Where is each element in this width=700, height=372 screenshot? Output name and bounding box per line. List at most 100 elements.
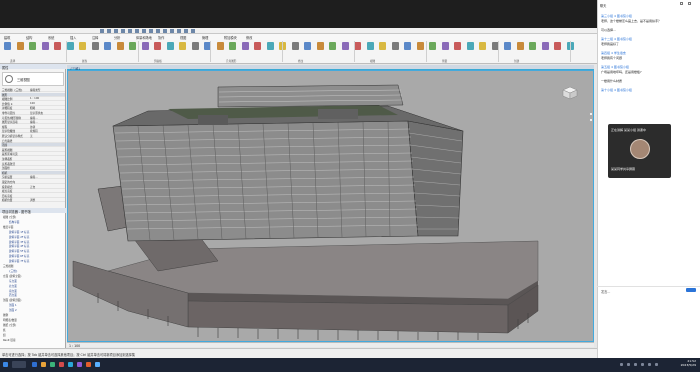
ribbon-tool-icon[interactable] [166, 42, 174, 50]
browser-item[interactable]: 剖面 (建筑剖面) [3, 298, 21, 302]
property-value[interactable]: 编辑... [30, 175, 38, 179]
property-row[interactable]: 详细程度 粗略 [1, 106, 65, 111]
tray-icon[interactable] [620, 363, 623, 366]
taskbar-app-icon[interactable] [68, 362, 73, 367]
browser-item[interactable]: 建筑平面 5F 标高 [9, 249, 29, 253]
property-row[interactable]: 视点高度 [1, 189, 65, 194]
quick-access-icon[interactable] [184, 29, 188, 33]
property-row[interactable]: 投影模式 正交 [1, 185, 65, 189]
property-row[interactable]: 渲染设置 编辑... [1, 175, 65, 180]
property-row[interactable]: 可见性/图形替换 编辑... [1, 116, 65, 120]
browser-item[interactable]: 北立面 [9, 284, 17, 288]
browser-item[interactable]: Revit 链接 [3, 338, 16, 342]
ribbon-tool-icon[interactable] [216, 42, 224, 50]
quick-access-icon[interactable] [128, 29, 132, 33]
quick-access-icon[interactable] [149, 29, 153, 33]
quick-access-icon[interactable] [107, 29, 111, 33]
ribbon-tool-icon[interactable] [404, 42, 411, 50]
close-icon[interactable] [688, 2, 691, 5]
property-value[interactable]: 按规程 [30, 129, 38, 133]
property-row[interactable]: 锁定的方向 [1, 180, 65, 184]
taskbar-app-icon[interactable] [77, 362, 82, 367]
ribbon-tool-icon[interactable] [416, 42, 424, 50]
ribbon-tool-icon[interactable] [241, 42, 249, 50]
property-row[interactable]: 相机位置 调整 [1, 198, 65, 203]
property-row[interactable]: 裁剪视图 [1, 148, 65, 152]
ribbon-tool-icon[interactable] [541, 42, 549, 50]
browser-item[interactable]: 东立面 [9, 279, 17, 283]
taskbar-app-icon[interactable] [32, 362, 37, 367]
taskbar-app-icon[interactable] [95, 362, 100, 367]
ribbon-tool-icon[interactable] [41, 42, 49, 50]
ribbon-tool-icon[interactable] [229, 42, 236, 50]
tray-icon[interactable] [627, 363, 630, 366]
property-value[interactable]: 粗略 [30, 106, 35, 110]
browser-item[interactable]: 建筑平面 6F 标高 [9, 254, 29, 258]
browser-item[interactable]: 立面 (建筑立面) [3, 274, 21, 278]
ribbon-tool-icon[interactable] [466, 42, 474, 50]
ribbon-tool-icon[interactable] [104, 42, 111, 50]
send-button[interactable] [686, 288, 696, 292]
ribbon-tool-icon[interactable] [516, 42, 524, 50]
browser-item[interactable]: 视图 (全部) [3, 215, 16, 219]
browser-item[interactable]: 南立面 [9, 289, 17, 293]
taskbar-app-icon[interactable] [41, 362, 46, 367]
ribbon-tool-icon[interactable] [91, 42, 99, 50]
browser-item[interactable]: {三维} [9, 269, 18, 273]
ribbon-tool-icon[interactable] [141, 42, 149, 50]
property-row[interactable]: 图形显示选项 编辑... [1, 120, 65, 125]
chat-input[interactable]: 发言... [597, 286, 700, 294]
ribbon-tool-icon[interactable] [129, 42, 136, 50]
zoom-button[interactable] [589, 118, 593, 122]
property-row[interactable]: 零件可见性 显示原状态 [1, 111, 65, 115]
ribbon-tool-icon[interactable] [441, 42, 449, 50]
property-row[interactable]: 剖面框 [1, 166, 65, 171]
ribbon-tool-icon[interactable] [504, 42, 511, 50]
browser-item[interactable]: 组 [3, 333, 6, 337]
ribbon-tool-icon[interactable] [291, 42, 299, 50]
ribbon-tool-icon[interactable] [379, 42, 386, 50]
property-value[interactable]: 编辑... [30, 120, 38, 124]
taskbar-app-icon[interactable] [59, 362, 64, 367]
browser-item[interactable]: 建筑平面 2F 标高 [9, 235, 29, 239]
property-value[interactable]: 协调 [30, 125, 35, 129]
browser-item[interactable]: 结构平面 [9, 220, 19, 224]
ribbon-tool-icon[interactable] [154, 42, 161, 50]
taskbar-app-icon[interactable] [50, 362, 55, 367]
browser-item[interactable]: 图例 [3, 313, 8, 317]
tray-icon[interactable] [648, 363, 651, 366]
property-value[interactable]: 无 [30, 134, 33, 138]
ribbon-tool-icon[interactable] [554, 42, 561, 50]
quick-access-icon[interactable] [114, 29, 118, 33]
quick-access-icon[interactable] [135, 29, 139, 33]
ribbon-tool-icon[interactable] [341, 42, 349, 50]
quick-access-icon[interactable] [156, 29, 160, 33]
browser-item[interactable]: 明细表/数量 [3, 318, 17, 322]
property-row[interactable]: 规程 协调 [1, 125, 65, 129]
quick-access-icon[interactable] [177, 29, 181, 33]
ribbon-tool-icon[interactable] [4, 42, 11, 50]
property-row[interactable]: 注释裁剪 [1, 157, 65, 161]
ribbon-tool-icon[interactable] [266, 42, 274, 50]
property-row[interactable]: 裁剪区域可见 [1, 152, 65, 157]
clock[interactable]: 21:52 2023/5/29 [668, 359, 696, 367]
ribbon-tool-icon[interactable] [329, 42, 336, 50]
ribbon-tool-icon[interactable] [454, 42, 461, 50]
ribbon-tool-icon[interactable] [29, 42, 36, 50]
minimize-icon[interactable] [680, 2, 683, 5]
browser-item[interactable]: 建筑平面 7F 标高 [9, 259, 29, 263]
ribbon-tool-icon[interactable] [316, 42, 324, 50]
browser-item[interactable]: 建筑平面 1F 标高 [9, 230, 29, 234]
property-row[interactable]: 三维视图: {三维} 编辑类型 [1, 88, 65, 92]
ribbon-tool-icon[interactable] [479, 42, 486, 50]
browser-item[interactable]: 三维视图 [3, 264, 13, 268]
property-value[interactable]: 调整 [30, 198, 35, 202]
ribbon-tool-icon[interactable] [66, 42, 74, 50]
browser-item[interactable]: 族 [3, 328, 6, 332]
ribbon-tool-icon[interactable] [366, 42, 374, 50]
property-row[interactable]: 视图比例 1 : 100 [1, 97, 65, 102]
property-row[interactable]: 目标高度 [1, 194, 65, 198]
quick-access-icon[interactable] [163, 29, 167, 33]
ribbon-tool-icon[interactable] [429, 42, 436, 50]
ribbon-tool-icon[interactable] [254, 42, 261, 50]
